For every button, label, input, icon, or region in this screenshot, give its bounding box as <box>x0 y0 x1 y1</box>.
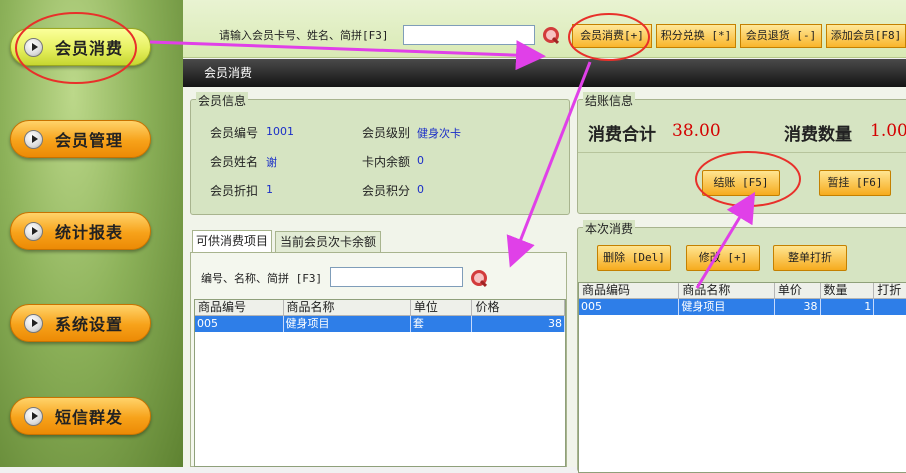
column-header: 商品名称 <box>679 283 775 298</box>
sidebar-item-label: 会员消费 <box>55 39 124 58</box>
play-icon <box>24 221 43 241</box>
total-label: 消费合计 <box>588 125 656 145</box>
card-balance-value: 0 <box>417 154 424 167</box>
quantity-value: 1.00 <box>870 121 906 141</box>
sidebar-item-label: 短信群发 <box>55 408 124 427</box>
member-name-value: 谢 <box>266 156 277 169</box>
play-icon <box>24 313 43 333</box>
member-discount-label: 会员折扣 <box>210 184 259 198</box>
points-exchange-button[interactable]: 积分兑换 [*] <box>656 24 736 48</box>
delete-button[interactable]: 删除 [Del] <box>597 245 671 271</box>
column-header: 商品编码 <box>579 283 680 298</box>
top-toolbar: 请输入会员卡号、姓名、简拼[F3] 会员消费[+] 积分兑换 [*] 会员退货 … <box>183 0 906 58</box>
cell: 38 <box>472 316 565 332</box>
member-consume-button[interactable]: 会员消费[+] <box>572 24 652 48</box>
group-title: 会员信息 <box>196 92 249 109</box>
column-header: 打折 <box>874 283 906 298</box>
column-header: 数量 <box>821 283 875 298</box>
dialog-title: 会员消费 <box>183 59 906 87</box>
table-row[interactable]: 005 健身项目 38 1 <box>579 299 906 315</box>
current-consumption-group: 本次消费 删除 [Del] 修改 [+] 整单打折 商品编码 商品名称 单价 数… <box>577 220 906 473</box>
sidebar-item-member-consume[interactable]: 会员消费 <box>10 28 151 66</box>
tab-card-balance[interactable]: 当前会员次卡余额 <box>275 231 381 252</box>
cell: 005 <box>579 299 680 315</box>
member-points-label: 会员积分 <box>362 184 411 198</box>
current-items-table[interactable]: 商品编码 商品名称 单价 数量 打折 005 健身项目 38 1 <box>578 282 906 473</box>
cell: 套 <box>411 316 473 332</box>
cell: 005 <box>195 316 284 332</box>
play-icon <box>24 129 43 149</box>
member-id-value: 1001 <box>266 125 294 138</box>
column-header: 商品编号 <box>195 300 284 315</box>
column-header: 单价 <box>775 283 821 298</box>
total-value: 38.00 <box>672 121 721 141</box>
checkout-button[interactable]: 结账 [F5] <box>702 170 780 196</box>
member-points-value: 0 <box>417 183 424 196</box>
member-id-label: 会员编号 <box>210 126 259 140</box>
card-balance-label: 卡内余额 <box>362 155 411 169</box>
column-header: 价格 <box>472 300 565 315</box>
sidebar-item-reports[interactable]: 统计报表 <box>10 212 151 250</box>
cell <box>874 299 906 315</box>
column-header: 单位 <box>411 300 473 315</box>
quantity-label: 消费数量 <box>784 125 852 145</box>
item-search-input[interactable] <box>330 267 463 287</box>
cell: 38 <box>775 299 821 315</box>
checkout-info-group: 结账信息 消费合计 38.00 消费数量 1.00 结账 [F5] 暂挂 [F6… <box>577 92 906 214</box>
group-title: 本次消费 <box>583 220 636 237</box>
sidebar-item-label: 会员管理 <box>55 131 124 150</box>
add-member-button[interactable]: 添加会员[F8] <box>826 24 906 48</box>
member-level-value: 健身次卡 <box>417 127 461 140</box>
order-discount-button[interactable]: 整单打折 <box>773 245 847 271</box>
member-level-label: 会员级别 <box>362 126 411 140</box>
available-items-table[interactable]: 商品编号 商品名称 单位 价格 005 健身项目 套 38 <box>194 299 566 467</box>
table-row[interactable]: 005 健身项目 套 38 <box>195 316 565 332</box>
hold-button[interactable]: 暂挂 [F6] <box>819 170 891 196</box>
sidebar-item-label: 统计报表 <box>55 223 124 242</box>
search-label: 请输入会员卡号、姓名、简拼[F3] <box>219 29 389 42</box>
play-icon <box>24 406 43 426</box>
item-search-label: 编号、名称、简拼 [F3] <box>201 272 323 285</box>
member-name-label: 会员姓名 <box>210 155 259 169</box>
member-discount-value: 1 <box>266 183 273 196</box>
member-consume-dialog: 会员消费 会员信息 会员编号 1001 会员级别 健身次卡 会员姓名 谢 卡内余… <box>183 59 906 473</box>
group-title: 结账信息 <box>583 92 636 109</box>
table-header: 商品编号 商品名称 单位 价格 <box>195 300 565 316</box>
search-icon[interactable] <box>542 26 560 44</box>
tab-available-items[interactable]: 可供消费项目 <box>192 230 272 252</box>
cell: 健身项目 <box>284 316 411 332</box>
play-icon <box>24 37 43 57</box>
member-search-input[interactable] <box>403 25 535 45</box>
sidebar-item-label: 系统设置 <box>55 315 124 334</box>
search-icon[interactable] <box>470 269 488 287</box>
member-return-button[interactable]: 会员退货 [-] <box>740 24 822 48</box>
sidebar-item-sms[interactable]: 短信群发 <box>10 397 151 435</box>
member-info-group: 会员信息 会员编号 1001 会员级别 健身次卡 会员姓名 谢 卡内余额 0 会… <box>190 92 570 215</box>
table-header: 商品编码 商品名称 单价 数量 打折 <box>579 283 906 299</box>
sidebar-item-settings[interactable]: 系统设置 <box>10 304 151 342</box>
available-items-panel: 编号、名称、简拼 [F3] 商品编号 商品名称 单位 价格 005 健身项目 套… <box>190 252 567 467</box>
sidebar: 会员消费 会员管理 统计报表 系统设置 短信群发 <box>0 0 183 467</box>
column-header: 商品名称 <box>284 300 411 315</box>
edit-button[interactable]: 修改 [+] <box>686 245 760 271</box>
divider <box>578 152 906 153</box>
cell: 1 <box>821 299 875 315</box>
sidebar-item-member-manage[interactable]: 会员管理 <box>10 120 151 158</box>
cell: 健身项目 <box>679 299 775 315</box>
